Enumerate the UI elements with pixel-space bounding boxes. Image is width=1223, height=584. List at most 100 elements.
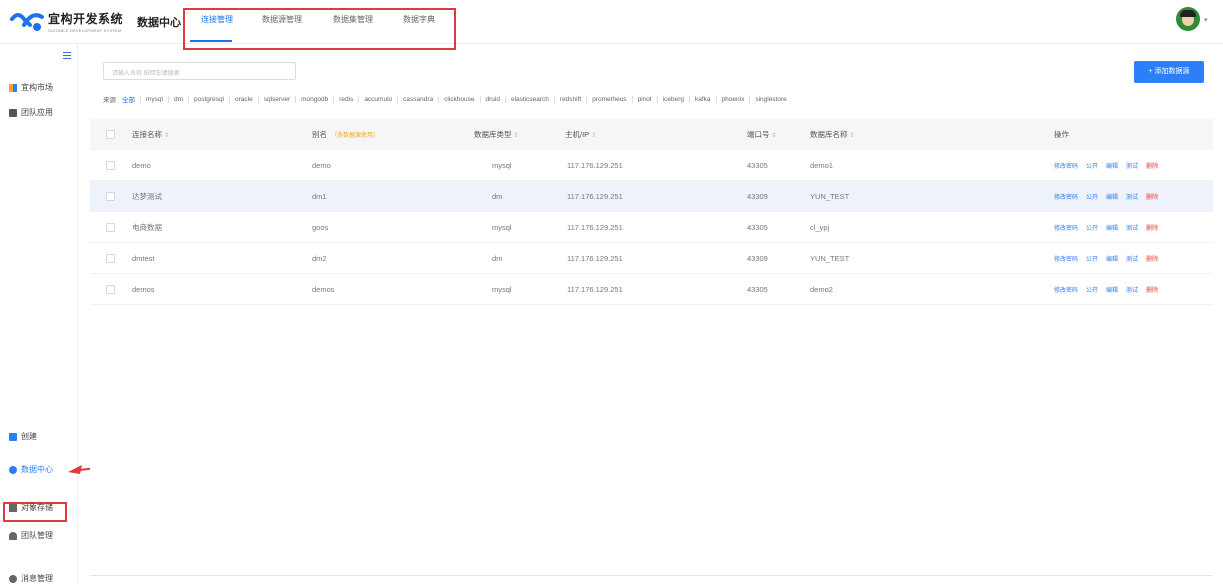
sidebar-item-team-app[interactable]: 团队应用: [9, 107, 53, 118]
edit-link[interactable]: 编辑: [1106, 223, 1118, 232]
delete-link[interactable]: 删除: [1146, 192, 1158, 201]
table-row[interactable]: dmtest dm2 dm 117.176.129.251 43309 YUN_…: [90, 243, 1213, 274]
column-header-port[interactable]: 端口号 ⇕: [747, 129, 777, 140]
source-filter-item[interactable]: redis: [333, 95, 358, 103]
delete-link[interactable]: 删除: [1146, 285, 1158, 294]
search-input[interactable]: 请输入名称 按回车键搜索: [103, 62, 296, 80]
menu-collapse-icon[interactable]: [63, 52, 71, 59]
delete-link[interactable]: 删除: [1146, 223, 1158, 232]
column-header-db-type[interactable]: 数据库类型 ⇕: [474, 129, 519, 140]
logo[interactable]: 宜构开发系统 SUITABLE DEVELOPMENT SYSTEM: [10, 9, 123, 33]
sidebar-item-message-manage[interactable]: 消息管理: [9, 573, 53, 584]
source-filter-item[interactable]: oracle: [229, 95, 258, 103]
cell-host: 117.176.129.251: [567, 284, 623, 294]
source-filter-item[interactable]: accumulo: [358, 95, 397, 103]
source-filter-item[interactable]: sqlserver: [257, 95, 295, 103]
cell-name: 达梦测试: [132, 191, 162, 201]
cell-host: 117.176.129.251: [567, 191, 623, 201]
source-filter-item[interactable]: clickhouse: [438, 95, 479, 103]
source-filter-item[interactable]: mongodb: [295, 95, 333, 103]
publish-link[interactable]: 公开: [1086, 285, 1098, 294]
table-row[interactable]: 电商数据 goos mysql 117.176.129.251 43305 cl…: [90, 212, 1213, 243]
cell-host: 117.176.129.251: [567, 160, 623, 170]
select-all-checkbox[interactable]: [106, 130, 115, 139]
edit-link[interactable]: 编辑: [1106, 254, 1118, 263]
chevron-down-icon[interactable]: ▾: [1204, 16, 1208, 24]
row-actions: 修改密码 公开 编辑 测试 删除: [1054, 285, 1158, 294]
source-filter-item[interactable]: mysql: [140, 95, 168, 103]
sidebar-item-label: 对象存储: [21, 503, 53, 512]
cell-alias: demos: [312, 284, 335, 294]
sidebar-item-data-center[interactable]: 数据中心: [9, 464, 53, 475]
row-checkbox[interactable]: [106, 222, 115, 232]
edit-link[interactable]: 编辑: [1106, 192, 1118, 201]
source-filter-item[interactable]: 全部: [122, 94, 140, 104]
sidebar-item-create[interactable]: 创建: [9, 431, 37, 442]
cell-name: demo: [132, 160, 151, 170]
connection-table: 连接名称 ⇕ 别名 （多数据源使用） 数据库类型 ⇕ 主机/IP ⇕ 端口号 ⇕ 数据库名…: [90, 119, 1213, 305]
user-avatar[interactable]: [1176, 7, 1200, 31]
publish-link[interactable]: 公开: [1086, 254, 1098, 263]
delete-link[interactable]: 删除: [1146, 161, 1158, 170]
table-row[interactable]: demo demo mysql 117.176.129.251 43305 de…: [90, 150, 1213, 181]
active-tab-underline: [190, 40, 232, 42]
source-filter-item[interactable]: postgresql: [188, 95, 229, 103]
cell-db-name: demo1: [810, 160, 833, 170]
publish-link[interactable]: 公开: [1086, 161, 1098, 170]
test-link[interactable]: 测试: [1126, 192, 1138, 201]
source-filter-item[interactable]: singlestore: [749, 95, 791, 103]
change-password-link[interactable]: 修改密码: [1054, 285, 1078, 294]
edit-link[interactable]: 编辑: [1106, 285, 1118, 294]
edit-link[interactable]: 编辑: [1106, 161, 1118, 170]
column-header-host[interactable]: 主机/IP ⇕: [565, 129, 596, 140]
row-checkbox[interactable]: [106, 253, 115, 263]
tab-connection-manage[interactable]: 连接管理: [201, 14, 233, 25]
tab-datasource-manage[interactable]: 数据源管理: [262, 14, 302, 25]
source-filter-item[interactable]: druid: [479, 95, 505, 103]
source-filter-item[interactable]: phoenix: [715, 95, 750, 103]
sidebar-item-object-storage[interactable]: 对象存储: [9, 502, 53, 513]
top-bar: 宜构开发系统 SUITABLE DEVELOPMENT SYSTEM 数据中心 …: [0, 0, 1223, 50]
test-link[interactable]: 测试: [1126, 285, 1138, 294]
publish-link[interactable]: 公开: [1086, 192, 1098, 201]
add-datasource-button[interactable]: + 添加数据源: [1134, 61, 1204, 83]
sidebar-item-label: 宜构市场: [21, 83, 53, 92]
source-filter-item[interactable]: redshift: [553, 95, 586, 103]
source-filter-item[interactable]: pinot: [631, 95, 657, 103]
cell-port: 43309: [747, 191, 768, 201]
source-filter-item[interactable]: prometheus: [586, 95, 631, 103]
tab-data-dictionary[interactable]: 数据字典: [403, 14, 435, 25]
change-password-link[interactable]: 修改密码: [1054, 254, 1078, 263]
test-link[interactable]: 测试: [1126, 254, 1138, 263]
source-filter-item[interactable]: dm: [167, 95, 188, 103]
row-actions: 修改密码 公开 编辑 测试 删除: [1054, 254, 1158, 263]
source-filter-item[interactable]: iceberg: [656, 95, 689, 103]
cell-alias: dm1: [312, 191, 327, 201]
column-header-name[interactable]: 连接名称 ⇕: [132, 129, 169, 140]
test-link[interactable]: 测试: [1126, 223, 1138, 232]
source-filter-item[interactable]: elasticsearch: [504, 95, 554, 103]
logo-subtitle: SUITABLE DEVELOPMENT SYSTEM: [48, 27, 122, 33]
tab-dataset-manage[interactable]: 数据集管理: [333, 14, 373, 25]
cell-db-type: mysql: [492, 284, 512, 294]
source-filter: 来源 全部 mysql dm postgresql oracle sqlserv…: [103, 94, 792, 104]
row-checkbox[interactable]: [106, 160, 115, 170]
column-header-db-name[interactable]: 数据库名称 ⇕: [810, 129, 855, 140]
cell-db-type: dm: [492, 191, 503, 201]
sidebar-item-team-manage[interactable]: 团队管理: [9, 530, 53, 541]
row-actions: 修改密码 公开 编辑 测试 删除: [1054, 192, 1158, 201]
delete-link[interactable]: 删除: [1146, 254, 1158, 263]
test-link[interactable]: 测试: [1126, 161, 1138, 170]
sidebar-item-market[interactable]: 宜构市场: [9, 82, 53, 93]
row-checkbox[interactable]: [106, 284, 115, 294]
change-password-link[interactable]: 修改密码: [1054, 192, 1078, 201]
source-filter-item[interactable]: kafka: [689, 95, 716, 103]
table-row[interactable]: 达梦测试 dm1 dm 117.176.129.251 43309 YUN_TE…: [90, 181, 1213, 212]
publish-link[interactable]: 公开: [1086, 223, 1098, 232]
change-password-link[interactable]: 修改密码: [1054, 223, 1078, 232]
source-filter-item[interactable]: cassandra: [397, 95, 438, 103]
row-checkbox[interactable]: [106, 191, 115, 201]
table-row[interactable]: demos demos mysql 117.176.129.251 43305 …: [90, 274, 1213, 305]
change-password-link[interactable]: 修改密码: [1054, 161, 1078, 170]
row-actions: 修改密码 公开 编辑 测试 删除: [1054, 223, 1158, 232]
